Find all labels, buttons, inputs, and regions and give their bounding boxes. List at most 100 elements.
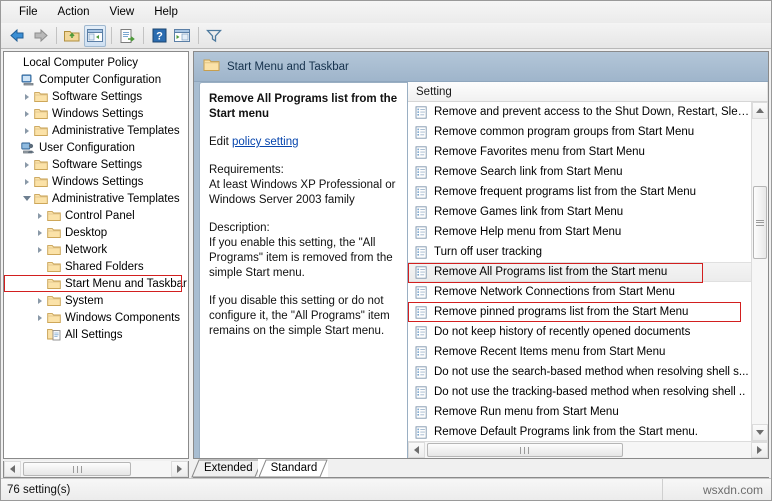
show-hide-tree-icon[interactable] (84, 24, 106, 47)
tree-hscroll-track[interactable] (21, 461, 171, 477)
menu-view[interactable]: View (100, 3, 145, 21)
chevron-right-icon[interactable] (20, 110, 33, 117)
settings-list-row[interactable]: Remove Recent Items menu from Start Menu (408, 342, 751, 362)
tab-standard[interactable]: Standard (257, 459, 329, 478)
chevron-right-icon[interactable] (33, 246, 46, 253)
user-icon (20, 142, 36, 154)
settings-list-row[interactable]: Remove Favorites menu from Start Menu (408, 142, 751, 162)
folder-icon (33, 159, 49, 171)
tree-item-local-computer-policy[interactable]: Local Computer Policy (4, 54, 188, 71)
tree-hscroll-right-button[interactable] (171, 461, 188, 477)
properties-icon[interactable] (171, 25, 193, 47)
settings-list-row[interactable]: Do not keep history of recently opened d… (408, 322, 751, 342)
hscroll-thumb[interactable] (427, 443, 623, 457)
chevron-right-icon[interactable] (33, 212, 46, 219)
back-icon[interactable] (6, 25, 28, 47)
tree-item-control-panel[interactable]: Control Panel (4, 207, 188, 224)
console-tree[interactable]: Local Computer Policy Computer Configurat… (4, 52, 188, 458)
tree-item-shared-folders[interactable]: Shared Folders (4, 258, 188, 275)
scroll-up-button[interactable] (752, 102, 768, 119)
export-list-icon[interactable] (116, 25, 138, 47)
tree-item-windows-components[interactable]: Windows Components (4, 309, 188, 326)
settings-list-row[interactable]: Do not use the search-based method when … (408, 362, 751, 382)
hscroll-right-button[interactable] (751, 442, 768, 458)
chevron-right-icon[interactable] (33, 297, 46, 304)
settings-list-row-label: Do not keep history of recently opened d… (434, 326, 691, 338)
forward-icon[interactable] (29, 25, 51, 47)
menu-help[interactable]: Help (144, 3, 188, 21)
tree-item-label: Software Settings (52, 90, 143, 103)
chevron-right-icon[interactable] (33, 229, 46, 236)
column-header-setting[interactable]: Setting (408, 82, 768, 101)
tree-item-network[interactable]: Network (4, 241, 188, 258)
requirements-text: At least Windows XP Professional or Wind… (209, 179, 396, 206)
settings-list-row[interactable]: Remove All Programs list from the Start … (408, 262, 751, 283)
settings-list-row[interactable]: Do not use the tracking-based method whe… (408, 382, 751, 402)
help-icon[interactable]: ? (148, 25, 170, 47)
chevron-right-icon[interactable] (20, 127, 33, 134)
chevron-right-icon[interactable] (20, 178, 33, 185)
tree-item-computer-configuration[interactable]: Computer Configuration (4, 71, 188, 88)
tree-item-label: Control Panel (65, 209, 135, 222)
tree-item-system[interactable]: System (4, 292, 188, 309)
settings-list-row-label: Remove and prevent access to the Shut Do… (434, 106, 751, 118)
tree-item-user-configuration[interactable]: User Configuration (4, 139, 188, 156)
tree-item-label: Network (65, 243, 108, 256)
chevron-right-icon[interactable] (20, 93, 33, 100)
tree-hscroll-left-button[interactable] (4, 461, 21, 477)
settings-horizontal-scrollbar[interactable] (408, 441, 768, 458)
settings-list-row[interactable]: Turn off user tracking (408, 242, 751, 262)
chevron-right-icon[interactable] (20, 161, 33, 168)
tree-item-label: Local Computer Policy (23, 56, 139, 69)
tree-item-software-settings[interactable]: Software Settings (4, 88, 188, 105)
tree-item-desktop[interactable]: Desktop (4, 224, 188, 241)
settings-list-row-label: Remove frequent programs list from the S… (434, 186, 697, 198)
policy-setting-icon (415, 125, 432, 139)
menu-bar: File Action View Help (1, 1, 771, 23)
folder-icon (46, 244, 62, 256)
chevron-down-icon[interactable] (20, 196, 33, 201)
settings-vertical-scrollbar[interactable] (751, 102, 768, 441)
tree-item-windows-settings[interactable]: Windows Settings (4, 105, 188, 122)
settings-list-row[interactable]: Remove Search link from Start Menu (408, 162, 751, 182)
scroll-down-button[interactable] (752, 424, 768, 441)
menu-action[interactable]: Action (48, 3, 100, 21)
hscroll-track[interactable] (425, 442, 751, 458)
tree-item-label: Administrative Templates (52, 192, 180, 205)
tree-item-software-settings[interactable]: Software Settings (4, 156, 188, 173)
settings-list[interactable]: Remove and prevent access to the Shut Do… (408, 102, 751, 441)
description-label: Description: (209, 222, 270, 234)
filter-icon[interactable] (203, 25, 225, 47)
settings-list-row[interactable]: Remove Games link from Start Menu (408, 202, 751, 222)
all-settings-icon (46, 328, 62, 341)
results-header-title: Start Menu and Taskbar (227, 60, 349, 73)
tree-item-windows-settings[interactable]: Windows Settings (4, 173, 188, 190)
vscroll-thumb[interactable] (753, 186, 767, 260)
hscroll-left-button[interactable] (408, 442, 425, 458)
settings-list-row[interactable]: Remove pinned programs list from the Sta… (408, 302, 751, 322)
settings-list-row[interactable]: Remove common program groups from Start … (408, 122, 751, 142)
tree-hscroll-thumb[interactable] (23, 462, 131, 476)
view-tabs[interactable]: Extended Standard (191, 459, 769, 478)
chevron-right-icon[interactable] (33, 314, 46, 321)
settings-list-row[interactable]: Remove Network Connections from Start Me… (408, 282, 751, 302)
settings-list-row[interactable]: Remove frequent programs list from the S… (408, 182, 751, 202)
menu-file[interactable]: File (9, 3, 48, 21)
settings-list-row-label: Remove Recent Items menu from Start Menu (434, 346, 666, 358)
policy-setting-link[interactable]: policy setting (232, 136, 298, 148)
settings-list-row-label: Remove Run menu from Start Menu (434, 406, 619, 418)
tree-item-all-settings[interactable]: All Settings (4, 326, 188, 343)
settings-list-row[interactable]: Remove Default Programs link from the St… (408, 422, 751, 441)
tree-item-administrative-templates[interactable]: Administrative Templates (4, 122, 188, 139)
description-paragraph-1: If you enable this setting, the "All Pro… (209, 237, 393, 279)
up-folder-icon[interactable] (61, 25, 83, 47)
settings-list-row[interactable]: Remove and prevent access to the Shut Do… (408, 102, 751, 122)
tree-horizontal-scrollbar[interactable] (3, 461, 189, 478)
tree-item-start-menu-and-taskbar[interactable]: Start Menu and Taskbar (4, 275, 187, 292)
policy-setting-icon (415, 325, 432, 339)
settings-list-row[interactable]: Remove Help menu from Start Menu (408, 222, 751, 242)
settings-list-row[interactable]: Remove Run menu from Start Menu (408, 402, 751, 422)
tree-item-administrative-templates[interactable]: Administrative Templates (4, 190, 188, 207)
vscroll-track[interactable] (752, 119, 768, 424)
tab-extended[interactable]: Extended (191, 459, 264, 478)
